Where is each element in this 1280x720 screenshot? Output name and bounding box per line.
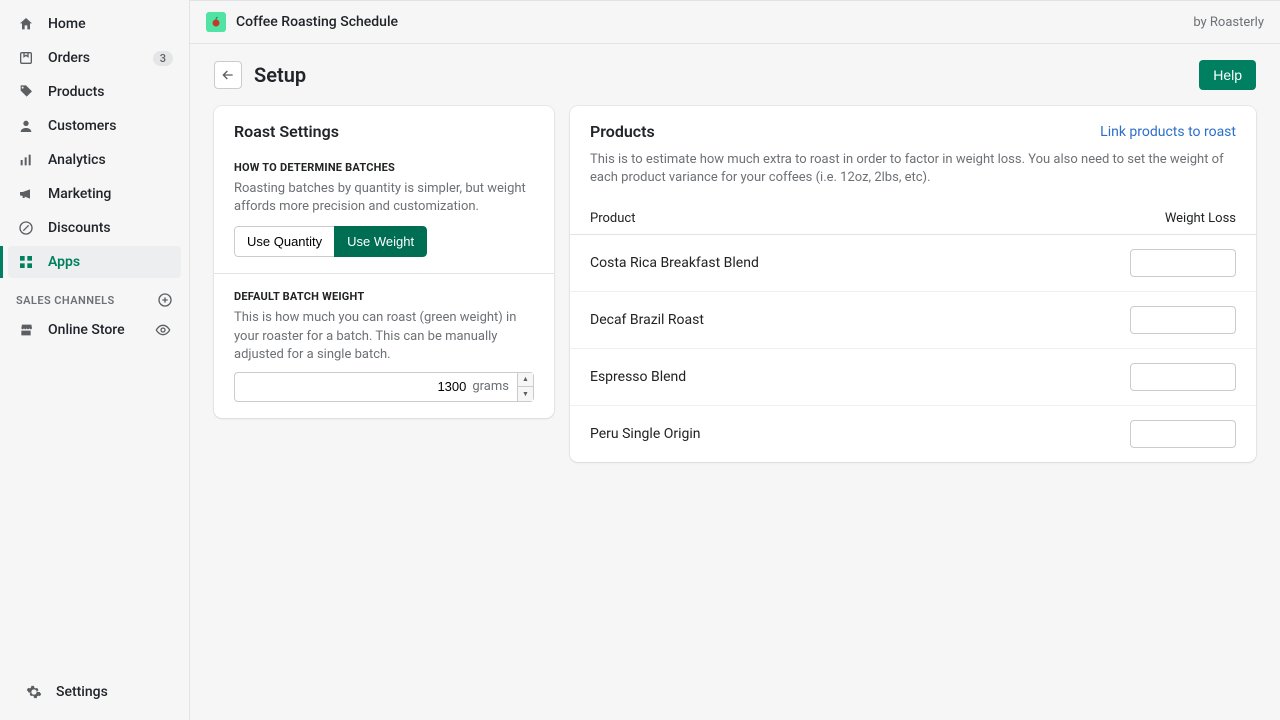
nav-discounts[interactable]: Discounts (8, 212, 181, 244)
nav-label: Home (48, 16, 173, 32)
channel-online-store[interactable]: Online Store (8, 314, 181, 346)
nav-label: Settings (56, 684, 165, 700)
nav-products[interactable]: Products (8, 76, 181, 108)
col-weight-loss: Weight Loss (1165, 211, 1236, 226)
products-table-header: Product Weight Loss (570, 203, 1256, 235)
nav-home[interactable]: Home (8, 8, 181, 40)
orders-badge: 3 (153, 51, 173, 66)
app-topbar: Coffee Roasting Schedule by Roasterly (190, 0, 1280, 44)
sidebar: Home Orders 3 Products Customers (0, 0, 190, 720)
nav-label: Analytics (48, 152, 173, 168)
page-title: Setup (254, 63, 1199, 87)
nav-analytics[interactable]: Analytics (8, 144, 181, 176)
store-icon (16, 320, 36, 340)
batch-mode-segmented: Use Quantity Use Weight (234, 226, 427, 257)
orders-icon (16, 48, 36, 68)
use-quantity-button[interactable]: Use Quantity (234, 226, 335, 257)
bullhorn-icon (16, 184, 36, 204)
weight-loss-input[interactable] (1131, 307, 1280, 333)
default-batch-weight-input-wrap: grams ▲ ▼ (234, 372, 534, 402)
product-row: Costa Rica Breakfast Blend%▲▼ (570, 235, 1256, 292)
batches-subhead: HOW TO DETERMINE BATCHES (234, 161, 534, 174)
default-weight-subhead: DEFAULT BATCH WEIGHT (234, 290, 534, 303)
link-products-link[interactable]: Link products to roast (1100, 124, 1236, 140)
nav-apps[interactable]: Apps (8, 246, 181, 278)
roast-settings-title: Roast Settings (234, 122, 534, 141)
discount-icon (16, 218, 36, 238)
app-byline: by Roasterly (1193, 15, 1264, 30)
home-icon (16, 14, 36, 34)
weight-loss-input[interactable] (1131, 421, 1280, 447)
add-channel-icon[interactable] (157, 292, 173, 308)
weight-loss-input-wrap: %▲▼ (1130, 306, 1236, 334)
weight-loss-input[interactable] (1131, 364, 1280, 390)
nav-customers[interactable]: Customers (8, 110, 181, 142)
product-name: Decaf Brazil Roast (590, 312, 1130, 328)
default-weight-help: This is how much you can roast (green we… (234, 309, 534, 364)
nav-label: Products (48, 84, 173, 100)
user-icon (16, 116, 36, 136)
app-title: Coffee Roasting Schedule (236, 14, 1193, 30)
product-name: Costa Rica Breakfast Blend (590, 255, 1130, 271)
arrow-left-icon (220, 67, 236, 83)
weight-loss-input-wrap: %▲▼ (1130, 420, 1236, 448)
nav-orders[interactable]: Orders 3 (8, 42, 181, 74)
nav-label: Orders (48, 50, 153, 66)
eye-icon[interactable] (153, 320, 173, 340)
nav-label: Discounts (48, 220, 173, 236)
back-button[interactable] (214, 61, 242, 89)
col-product: Product (590, 211, 1165, 226)
roast-settings-card: Roast Settings HOW TO DETERMINE BATCHES … (214, 106, 554, 418)
nav-label: Customers (48, 118, 173, 134)
batches-help: Roasting batches by quantity is simpler,… (234, 180, 534, 216)
analytics-icon (16, 150, 36, 170)
products-card: Products Link products to roast This is … (570, 106, 1256, 462)
weight-loss-input[interactable] (1131, 250, 1280, 276)
default-batch-weight-input[interactable] (235, 373, 472, 401)
products-table-body: Costa Rica Breakfast Blend%▲▼Decaf Brazi… (570, 235, 1256, 462)
channel-label: Online Store (48, 322, 153, 338)
nav-marketing[interactable]: Marketing (8, 178, 181, 210)
product-row: Peru Single Origin%▲▼ (570, 406, 1256, 462)
sales-channels-header: SALES CHANNELS (0, 278, 189, 314)
weight-loss-input-wrap: %▲▼ (1130, 363, 1236, 391)
tag-icon (16, 82, 36, 102)
help-button[interactable]: Help (1199, 60, 1256, 90)
products-title: Products (590, 122, 1100, 141)
product-row: Decaf Brazil Roast%▲▼ (570, 292, 1256, 349)
apps-icon (16, 252, 36, 272)
weight-step-down[interactable]: ▼ (518, 387, 533, 401)
sales-channels-label: SALES CHANNELS (16, 294, 115, 307)
app-logo-icon (206, 12, 226, 32)
weight-loss-input-wrap: %▲▼ (1130, 249, 1236, 277)
gear-icon (24, 682, 44, 702)
nav-label: Marketing (48, 186, 173, 202)
nav-label: Apps (48, 254, 173, 270)
product-name: Peru Single Origin (590, 426, 1130, 442)
product-row: Espresso Blend%▲▼ (570, 349, 1256, 406)
product-name: Espresso Blend (590, 369, 1130, 385)
main: Coffee Roasting Schedule by Roasterly Se… (190, 0, 1280, 720)
weight-step-up[interactable]: ▲ (518, 373, 533, 388)
products-desc: This is to estimate how much extra to ro… (570, 145, 1256, 203)
weight-unit-label: grams (472, 373, 517, 401)
use-weight-button[interactable]: Use Weight (334, 226, 427, 257)
nav-settings[interactable]: Settings (16, 676, 173, 708)
